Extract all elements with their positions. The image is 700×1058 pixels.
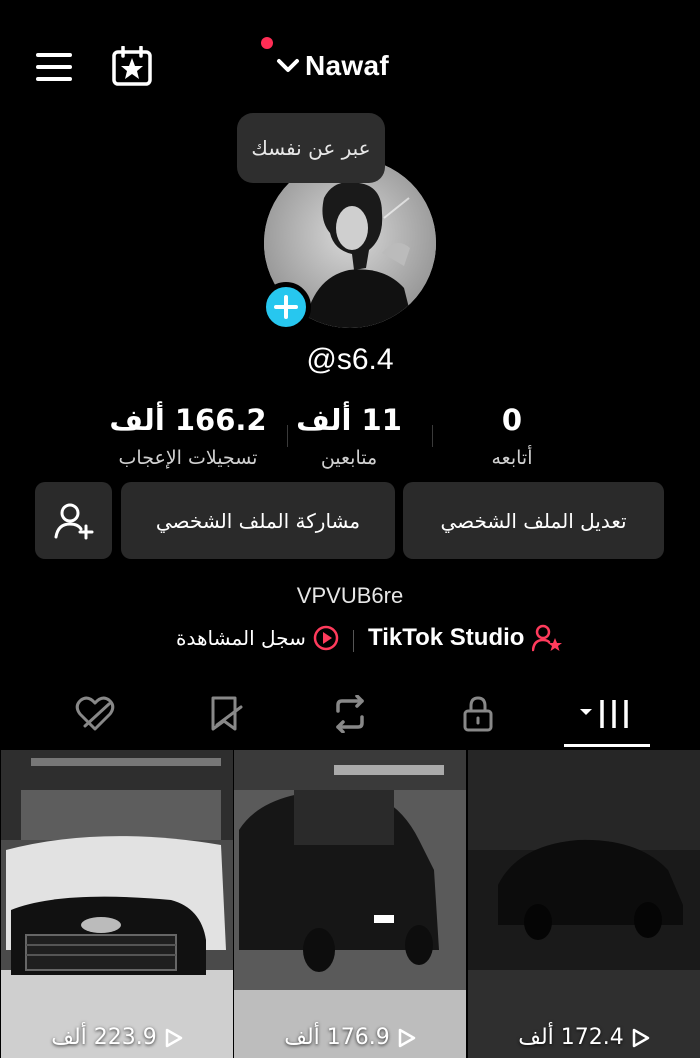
video-cover-image — [234, 750, 466, 1058]
video-views: 223.9 ألف — [1, 1025, 233, 1050]
add-avatar-button[interactable] — [261, 282, 311, 332]
stat-followers[interactable]: 11 ألف متابعين — [259, 403, 439, 469]
video-thumbnail[interactable]: 172.4 ألف — [468, 750, 700, 1058]
video-views-count: 172.4 ألف — [518, 1025, 624, 1050]
add-friend-icon — [54, 503, 93, 539]
video-views: 172.4 ألف — [468, 1025, 700, 1050]
creator-star-icon — [532, 624, 563, 652]
bookmark-hidden-icon — [211, 696, 243, 731]
profile-handle: @s6.4 — [306, 343, 394, 376]
video-thumbnail[interactable]: 176.9 ألف — [234, 750, 466, 1058]
edit-profile-label: تعديل الملف الشخصي — [440, 508, 627, 533]
video-cover-image — [468, 750, 700, 1058]
profile-bio: VPVUB6re — [296, 583, 404, 608]
menu-button[interactable] — [34, 50, 74, 84]
share-profile-button[interactable]: مشاركة الملف الشخصي — [121, 482, 395, 559]
play-icon — [165, 1028, 183, 1047]
status-bubble[interactable]: عبر عن نفسك — [237, 113, 385, 183]
play-icon — [398, 1028, 416, 1047]
stat-following-value: 0 — [501, 403, 523, 437]
account-switcher[interactable]: Nawaf — [275, 44, 389, 88]
active-tab-indicator — [564, 744, 650, 747]
add-friend-button[interactable] — [35, 482, 112, 559]
menu-line — [36, 53, 72, 57]
share-profile-label: مشاركة الملف الشخصي — [155, 508, 361, 533]
edit-profile-button[interactable]: تعديل الملف الشخصي — [403, 482, 664, 559]
watch-history-link[interactable]: سجل المشاهدة — [176, 624, 340, 652]
menu-line — [36, 65, 72, 69]
stat-following[interactable]: 0 أتابعه — [422, 403, 602, 469]
stat-following-label: أتابعه — [491, 447, 533, 469]
play-icon — [632, 1028, 650, 1047]
tab-reposts[interactable] — [326, 690, 374, 738]
video-views: 176.9 ألف — [234, 1025, 466, 1050]
liked-hidden-icon — [75, 696, 115, 731]
video-thumbnail[interactable]: 223.9 ألف — [1, 750, 233, 1058]
tiktok-studio-label: TikTok Studio — [368, 624, 525, 651]
tab-videos[interactable] — [576, 690, 636, 738]
calendar-star-icon[interactable] — [110, 45, 154, 86]
chevron-down-icon — [277, 59, 299, 72]
tab-liked[interactable] — [71, 690, 119, 738]
links-divider — [353, 630, 354, 652]
stat-followers-label: متابعين — [320, 447, 378, 469]
repost-icon — [336, 695, 364, 733]
notification-dot — [261, 37, 273, 49]
play-circle-icon — [313, 625, 339, 651]
tab-private[interactable] — [454, 690, 502, 738]
stat-likes-value: 166.2 ألف — [109, 403, 267, 437]
tiktok-studio-link[interactable]: TikTok Studio — [368, 624, 563, 652]
menu-line — [36, 77, 72, 81]
stat-likes: 166.2 ألف تسجيلات الإعجاب — [98, 403, 278, 469]
tab-favorites[interactable] — [201, 690, 249, 738]
videos-grid-icon — [580, 700, 628, 728]
video-views-count: 176.9 ألف — [284, 1025, 390, 1050]
lock-icon — [463, 696, 493, 732]
video-views-count: 223.9 ألف — [51, 1025, 157, 1050]
stat-likes-label: تسجيلات الإعجاب — [118, 447, 258, 469]
watch-history-label: سجل المشاهدة — [176, 626, 306, 650]
plus-icon — [274, 295, 298, 319]
stat-followers-value: 11 ألف — [296, 403, 402, 437]
status-bubble-text: عبر عن نفسك — [251, 136, 371, 160]
account-username: Nawaf — [305, 50, 389, 81]
video-cover-image — [1, 750, 233, 1058]
